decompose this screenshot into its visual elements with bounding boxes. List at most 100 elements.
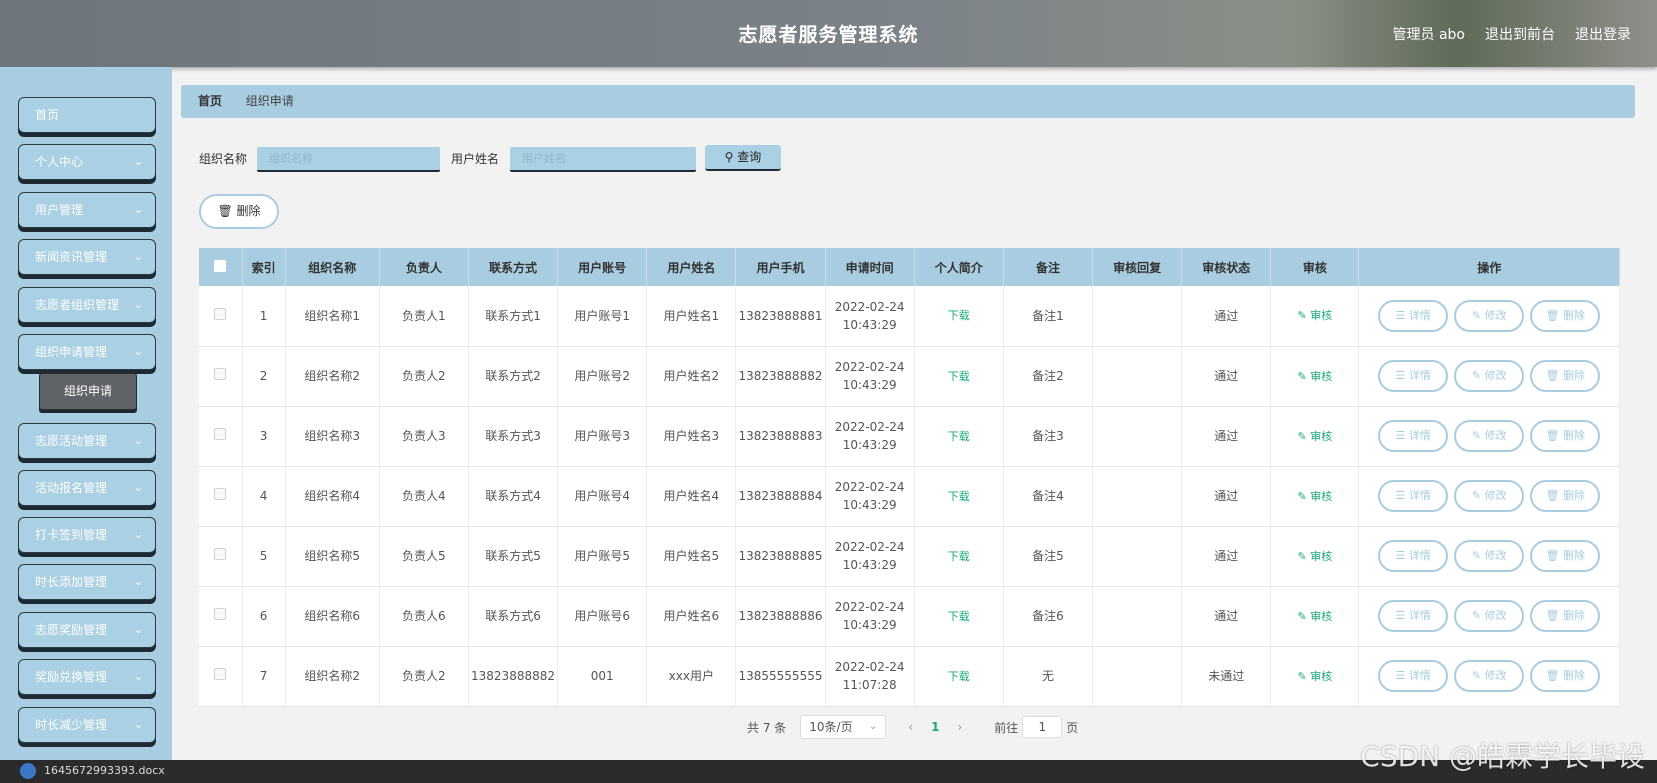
detail-button[interactable]: ☰ 详情: [1378, 420, 1449, 452]
column-header: 操作: [1358, 248, 1620, 286]
download-filename[interactable]: 1645672993393.docx: [44, 764, 165, 777]
sidebar-item[interactable]: 个人中心 ⌄: [18, 144, 156, 180]
batch-delete-button[interactable]: 🗑 删除: [199, 194, 279, 229]
sidebar-item[interactable]: 打卡签到管理 ⌄: [18, 517, 156, 553]
breadcrumb-home[interactable]: 首页: [198, 94, 222, 108]
detail-button[interactable]: ☰ 详情: [1378, 480, 1449, 512]
edit-button[interactable]: ✎ 修改: [1454, 420, 1525, 452]
query-button[interactable]: ⚲ 查询: [705, 145, 781, 171]
sidebar-item[interactable]: 时长减少管理 ⌄: [18, 707, 156, 743]
edit-button[interactable]: ✎ 修改: [1454, 360, 1525, 392]
detail-button[interactable]: ☰ 详情: [1378, 360, 1449, 392]
download-link[interactable]: 下载: [948, 550, 970, 563]
delete-button[interactable]: 🗑 删除: [1530, 420, 1601, 452]
submenu-item-org-apply[interactable]: 组织申请: [39, 373, 137, 410]
profile-cell: 下载: [914, 526, 1004, 587]
detail-button[interactable]: ☰ 详情: [1378, 600, 1449, 632]
audit-link[interactable]: ✎ 审核: [1298, 550, 1333, 563]
audit-link[interactable]: ✎ 审核: [1298, 370, 1333, 383]
audit-link[interactable]: ✎ 审核: [1298, 430, 1333, 443]
sidebar-item[interactable]: 志愿奖励管理 ⌄: [18, 612, 156, 648]
sidebar-item[interactable]: 奖励兑换管理 ⌄: [18, 659, 156, 695]
audit-cell: ✎ 审核: [1270, 586, 1360, 647]
sidebar-item[interactable]: 新闻资讯管理 ⌄: [18, 239, 156, 275]
edit-button[interactable]: ✎ 修改: [1454, 540, 1525, 572]
audit-link[interactable]: ✎ 审核: [1298, 490, 1333, 503]
org-name-cell: 组织名称3: [285, 406, 380, 467]
detail-button[interactable]: ☰ 详情: [1378, 660, 1449, 692]
trash-icon: 🗑: [1545, 669, 1563, 682]
detail-button[interactable]: ☰ 详情: [1378, 299, 1449, 332]
audit-reply-cell: [1092, 346, 1183, 407]
audit-label: 审核: [1310, 489, 1333, 503]
prev-page-icon[interactable]: ‹: [908, 720, 913, 734]
column-header: 组织名称: [285, 248, 380, 286]
detail-button[interactable]: ☰ 详情: [1378, 540, 1449, 572]
row-checkbox[interactable]: [214, 368, 227, 380]
edit-button[interactable]: ✎ 修改: [1454, 480, 1525, 512]
delete-button[interactable]: 🗑 删除: [1530, 299, 1601, 332]
audit-link[interactable]: ✎ 审核: [1298, 670, 1333, 683]
next-page-icon[interactable]: ›: [957, 720, 962, 734]
row-checkbox[interactable]: [214, 608, 227, 620]
delete-button[interactable]: 🗑 删除: [1530, 480, 1601, 512]
edit-button[interactable]: ✎ 修改: [1454, 600, 1525, 632]
user-name-input[interactable]: [510, 147, 696, 172]
edit-icon: ✎: [1297, 309, 1311, 323]
current-page[interactable]: 1: [931, 720, 939, 734]
delete-button[interactable]: 🗑 删除: [1530, 540, 1601, 572]
delete-button-label: 删除: [1562, 429, 1585, 442]
chevron-down-icon: ⌄: [133, 481, 143, 494]
apply-time-cell: 2022-02-24 10:43:29: [825, 286, 915, 347]
download-link[interactable]: 下载: [948, 490, 970, 503]
download-link[interactable]: 下载: [948, 370, 970, 383]
sidebar-item[interactable]: 时长添加管理 ⌄: [18, 564, 156, 600]
remark-cell: 备注3: [1003, 406, 1094, 467]
sidebar: 首页 个人中心 ⌄ 用户管理 ⌄ 新闻资讯管理 ⌄ 志愿者组织管理 ⌄ 组织申请管理 ⌄ 志愿活动管理…: [0, 67, 172, 760]
row-checkbox[interactable]: [214, 488, 227, 500]
download-link[interactable]: 下载: [948, 430, 970, 443]
delete-button[interactable]: 🗑 删除: [1530, 600, 1601, 632]
row-checkbox[interactable]: [214, 668, 227, 680]
sidebar-item[interactable]: 用户管理 ⌄: [18, 192, 156, 228]
sidebar-item-label: 用户管理: [35, 203, 84, 217]
logout-link[interactable]: 退出登录: [1575, 24, 1631, 44]
row-checkbox[interactable]: [214, 548, 227, 560]
row-checkbox[interactable]: [214, 428, 227, 440]
table-row: 4 组织名称4 负责人4 联系方式4 用户账号4 用户姓名4 13823888884 2022…: [199, 466, 1620, 527]
download-link[interactable]: 下载: [948, 610, 970, 623]
delete-button[interactable]: 🗑 删除: [1530, 660, 1601, 692]
user-name-cell: 用户姓名1: [646, 286, 737, 347]
sidebar-item[interactable]: 志愿者组织管理 ⌄: [18, 287, 156, 323]
download-link[interactable]: 下载: [948, 309, 970, 322]
contact-cell: 联系方式5: [468, 526, 559, 587]
profile-cell: 下载: [914, 406, 1004, 467]
sidebar-item[interactable]: 组织申请管理 ⌄: [18, 334, 156, 370]
account-cell: 用户账号2: [557, 346, 648, 407]
edit-button-label: 修改: [1484, 669, 1507, 682]
delete-button[interactable]: 🗑 删除: [1530, 360, 1601, 392]
audit-link[interactable]: ✎ 审核: [1298, 610, 1333, 623]
org-name-input[interactable]: [257, 147, 440, 172]
sidebar-item-label: 首页: [35, 108, 60, 122]
edit-icon: ✎: [1297, 489, 1311, 503]
document-icon: ☰: [1395, 308, 1409, 322]
exit-front-link[interactable]: 退出到前台: [1485, 24, 1555, 44]
operations-cell: ☰ 详情 ✎ 修改 🗑 删除: [1358, 646, 1620, 707]
edit-button[interactable]: ✎ 修改: [1454, 660, 1525, 692]
page-size-select[interactable]: 10条/页 ⌄: [800, 715, 887, 739]
org-name-cell: 组织名称1: [285, 286, 380, 347]
download-link[interactable]: 下载: [948, 670, 970, 683]
sidebar-item[interactable]: 活动报名管理 ⌄: [18, 470, 156, 506]
sidebar-item[interactable]: 志愿活动管理 ⌄: [18, 423, 156, 459]
table-row: 7 组织名称2 负责人2 13823888882 001 xxx用户 13855555555…: [199, 646, 1620, 707]
audit-link[interactable]: ✎ 审核: [1298, 309, 1333, 322]
chevron-down-icon: ⌄: [133, 670, 143, 683]
chevron-down-icon: ⌄: [133, 250, 143, 263]
row-checkbox[interactable]: [214, 307, 227, 320]
edit-button[interactable]: ✎ 修改: [1454, 299, 1525, 332]
operations-cell: ☰ 详情 ✎ 修改 🗑 删除: [1358, 586, 1620, 647]
sidebar-item[interactable]: 首页: [18, 97, 156, 133]
goto-page-input[interactable]: 1: [1022, 716, 1063, 738]
select-all-checkbox[interactable]: [214, 259, 227, 272]
